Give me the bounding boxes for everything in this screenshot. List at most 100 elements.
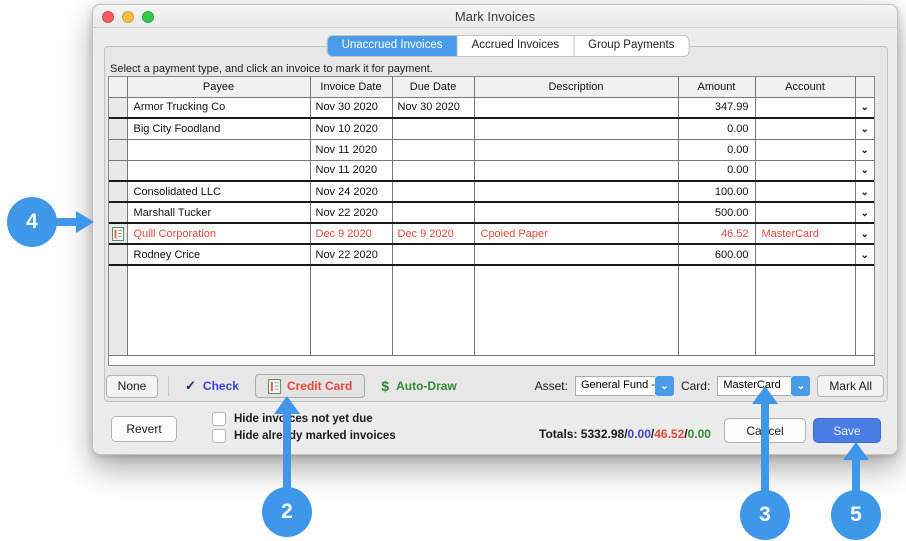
cell-payee[interactable]: Marshall Tucker	[127, 202, 310, 223]
header-due-date: Due Date	[392, 77, 474, 97]
cell-invoice-date[interactable]: Nov 11 2020	[310, 139, 392, 160]
revert-button[interactable]: Revert	[111, 416, 177, 442]
total-all: 5332.98	[581, 427, 624, 441]
hide-not-due-checkbox[interactable]	[212, 412, 226, 426]
cell-invoice-date[interactable]: Nov 22 2020	[310, 202, 392, 223]
cell-due-date[interactable]: Nov 30 2020	[392, 97, 474, 118]
account-dropdown-cell[interactable]: ⌄	[855, 223, 874, 244]
payment-bar-right-controls: Asset: General Fund - 1... ⌄ Card: Maste…	[535, 375, 884, 397]
asset-combo-dropdown-button[interactable]: ⌄	[655, 376, 674, 396]
cell-amount[interactable]: 0.00	[678, 160, 755, 181]
cell-payee[interactable]: Consolidated LLC	[127, 181, 310, 202]
account-dropdown-cell[interactable]: ⌄	[855, 139, 874, 160]
cell-due-date[interactable]	[392, 202, 474, 223]
cell-due-date[interactable]: Dec 9 2020	[392, 223, 474, 244]
cell-account[interactable]	[755, 97, 855, 118]
cell-due-date[interactable]	[392, 181, 474, 202]
cell-payee[interactable]: Armor Trucking Co	[127, 97, 310, 118]
cell-account[interactable]: MasterCard	[755, 223, 855, 244]
chevron-down-icon: ⌄	[861, 187, 869, 198]
cell-description[interactable]	[474, 244, 678, 265]
table-row[interactable]: Nov 11 2020 0.00 ⌄	[109, 160, 874, 181]
annotation-arrowhead	[76, 211, 94, 233]
row-marker-cell[interactable]	[109, 244, 127, 265]
table-row[interactable]: Big City Foodland Nov 10 2020 0.00 ⌄	[109, 118, 874, 139]
cell-amount[interactable]: 347.99	[678, 97, 755, 118]
cell-payee[interactable]: Big City Foodland	[127, 118, 310, 139]
cell-description[interactable]	[474, 202, 678, 223]
row-marker-cell[interactable]	[109, 139, 127, 160]
row-marker-cell[interactable]	[109, 202, 127, 223]
cell-invoice-date[interactable]: Nov 22 2020	[310, 244, 392, 265]
account-dropdown-cell[interactable]: ⌄	[855, 181, 874, 202]
cell-description[interactable]: Cpoied Paper	[474, 223, 678, 244]
title-bar[interactable]: Mark Invoices	[93, 5, 897, 28]
row-marker-cell[interactable]	[109, 223, 127, 244]
account-dropdown-cell[interactable]: ⌄	[855, 118, 874, 139]
row-marker-cell[interactable]	[109, 97, 127, 118]
row-marker-cell[interactable]	[109, 118, 127, 139]
cell-description[interactable]	[474, 118, 678, 139]
cell-invoice-date[interactable]: Nov 11 2020	[310, 160, 392, 181]
cell-amount[interactable]: 0.00	[678, 139, 755, 160]
hide-marked-checkbox[interactable]	[212, 429, 226, 443]
account-dropdown-cell[interactable]: ⌄	[855, 160, 874, 181]
table-row[interactable]: Consolidated LLC Nov 24 2020 100.00 ⌄	[109, 181, 874, 202]
cell-account[interactable]	[755, 118, 855, 139]
tab-unaccrued-invoices[interactable]: Unaccrued Invoices	[328, 36, 458, 56]
card-label: Card:	[681, 379, 710, 393]
card-combo-dropdown-button[interactable]: ⌄	[791, 376, 810, 396]
tab-accrued-invoices[interactable]: Accrued Invoices	[458, 36, 575, 56]
cell-due-date[interactable]	[392, 160, 474, 181]
row-marker-cell[interactable]	[109, 181, 127, 202]
payment-check-button[interactable]: ✓ Check	[179, 375, 245, 397]
cell-payee[interactable]	[127, 139, 310, 160]
cell-description[interactable]	[474, 181, 678, 202]
cell-amount[interactable]: 500.00	[678, 202, 755, 223]
header-account: Account	[755, 77, 855, 97]
table-row[interactable]: Nov 11 2020 0.00 ⌄	[109, 139, 874, 160]
cell-invoice-date[interactable]: Nov 10 2020	[310, 118, 392, 139]
cell-account[interactable]	[755, 181, 855, 202]
cell-account[interactable]	[755, 160, 855, 181]
cell-account[interactable]	[755, 244, 855, 265]
table-row[interactable]: Marshall Tucker Nov 22 2020 500.00 ⌄	[109, 202, 874, 223]
cell-description[interactable]	[474, 160, 678, 181]
payment-none-button[interactable]: None	[106, 375, 158, 398]
payment-credit-card-button[interactable]: Credit Card	[255, 374, 365, 398]
account-dropdown-cell[interactable]: ⌄	[855, 97, 874, 118]
cell-amount[interactable]: 46.52	[678, 223, 755, 244]
payment-auto-draw-button[interactable]: $ Auto-Draw	[375, 375, 462, 397]
save-button[interactable]: Save	[813, 418, 881, 443]
cell-account[interactable]	[755, 139, 855, 160]
cell-invoice-date[interactable]: Nov 30 2020	[310, 97, 392, 118]
tab-bar: Unaccrued Invoices Accrued Invoices Grou…	[327, 35, 690, 57]
cell-due-date[interactable]	[392, 244, 474, 265]
annotation-arrow	[761, 403, 769, 492]
account-dropdown-cell[interactable]: ⌄	[855, 244, 874, 265]
mark-all-button[interactable]: Mark All	[817, 375, 884, 397]
cell-amount[interactable]: 0.00	[678, 118, 755, 139]
cell-account[interactable]	[755, 202, 855, 223]
cell-payee[interactable]: Quill Corporation	[127, 223, 310, 244]
annotation-arrow	[52, 218, 78, 226]
table-row[interactable]: Armor Trucking Co Nov 30 2020 Nov 30 202…	[109, 97, 874, 118]
cell-invoice-date[interactable]: Nov 24 2020	[310, 181, 392, 202]
cell-amount[interactable]: 100.00	[678, 181, 755, 202]
asset-combo[interactable]: General Fund - 1... ⌄	[575, 376, 674, 396]
annotation-arrow	[283, 413, 291, 489]
cell-payee[interactable]	[127, 160, 310, 181]
cell-payee[interactable]: Rodney Crice	[127, 244, 310, 265]
row-marker-cell[interactable]	[109, 160, 127, 181]
account-dropdown-cell[interactable]: ⌄	[855, 202, 874, 223]
cell-due-date[interactable]	[392, 139, 474, 160]
annotation-badge: 4	[7, 197, 57, 247]
cell-invoice-date[interactable]: Dec 9 2020	[310, 223, 392, 244]
table-row[interactable]: Quill Corporation Dec 9 2020 Dec 9 2020 …	[109, 223, 874, 244]
cell-description[interactable]	[474, 139, 678, 160]
cell-amount[interactable]: 600.00	[678, 244, 755, 265]
cell-due-date[interactable]	[392, 118, 474, 139]
cell-description[interactable]	[474, 97, 678, 118]
table-row[interactable]: Rodney Crice Nov 22 2020 600.00 ⌄	[109, 244, 874, 265]
tab-group-payments[interactable]: Group Payments	[574, 36, 688, 56]
